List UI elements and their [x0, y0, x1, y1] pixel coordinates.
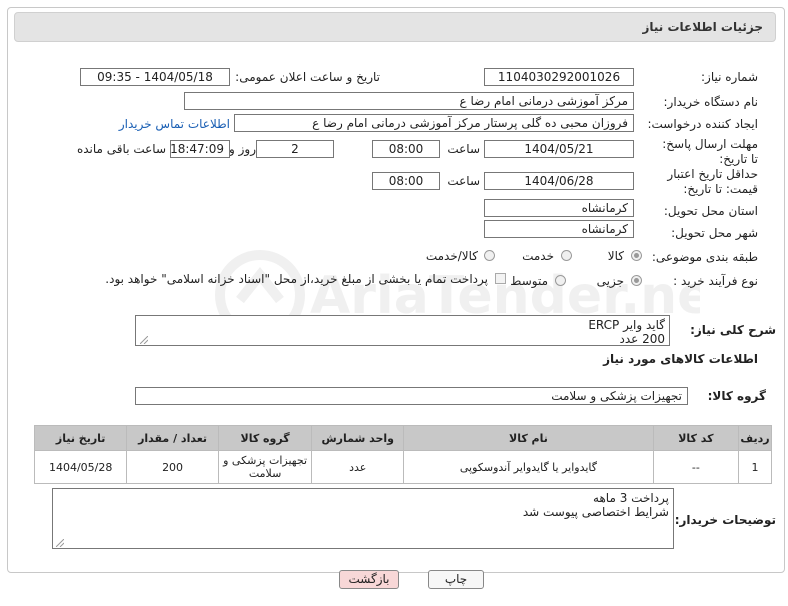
col-date: تاریخ نیاز	[33, 425, 128, 451]
panel-title: جزئیات اطلاعات نیاز	[642, 20, 763, 34]
description-textarea[interactable]: گاید وایر ERCP 200 عدد	[135, 315, 670, 346]
remaining-label: ساعت باقی مانده	[76, 142, 166, 156]
cell-row: 1	[738, 450, 772, 484]
deadline-date-field[interactable]: 1404/05/21	[484, 140, 634, 158]
goods-group-field[interactable]: تجهیزات پزشکی و سلامت	[135, 387, 688, 405]
cell-group: تجهیزات پزشکی و سلامت	[217, 450, 313, 484]
buyer-notes-textarea[interactable]: پرداخت 3 ماهه شرایط اختصاصی پیوست شد	[52, 488, 674, 549]
resize-grip-icon	[140, 336, 148, 344]
need-number-label: شماره نیاز:	[701, 70, 758, 84]
buyer-org-label: نام دستگاه خریدار:	[663, 95, 759, 109]
days-label: روز و	[229, 142, 256, 156]
province-field[interactable]: کرمانشاه	[484, 199, 634, 217]
process-label: نوع فرآیند خرید :	[673, 274, 758, 288]
cell-code: --	[652, 450, 740, 484]
price-validity-time-field[interactable]: 08:00	[372, 172, 440, 190]
price-validity-time-label: ساعت	[447, 174, 480, 188]
category-option-both: کالا/خدمت	[425, 249, 478, 263]
process-radio-minor[interactable]	[631, 275, 642, 286]
deadline-label: مهلت ارسال پاسخ: تا تاریخ:	[662, 137, 758, 166]
cell-qty: 200	[126, 450, 219, 484]
buyer-contact-link[interactable]: اطلاعات تماس خریدار	[119, 117, 230, 131]
cell-name: گایدوایر یا گایدوایر آندوسکوپی	[403, 450, 654, 484]
goods-group-label: گروه کالا:	[707, 389, 766, 403]
cell-unit: عدد	[311, 450, 405, 484]
description-label: شرح کلی نیاز:	[690, 323, 776, 337]
deadline-time-label: ساعت	[447, 142, 480, 156]
treasury-payment-checkbox[interactable]	[495, 273, 506, 284]
col-unit: واحد شمارش	[311, 425, 405, 451]
panel-header: جزئیات اطلاعات نیاز	[14, 12, 776, 42]
back-button[interactable]: بازگشت	[339, 570, 399, 589]
deadline-time-field[interactable]: 08:00	[372, 140, 440, 158]
category-option-service: خدمت	[522, 249, 554, 263]
cell-date: 1404/05/28	[33, 450, 128, 484]
resize-grip-icon	[56, 539, 64, 547]
category-radio-goods[interactable]	[631, 250, 642, 261]
col-group: گروه کالا	[217, 425, 313, 451]
price-validity-label: حداقل تاریخ اعتبار قیمت: تا تاریخ:	[667, 167, 758, 196]
buyer-org-field[interactable]: مرکز آموزشی درمانی امام رضا ع	[184, 92, 634, 110]
print-button[interactable]: چاپ	[428, 570, 484, 589]
price-validity-date-field[interactable]: 1404/06/28	[484, 172, 634, 190]
city-label: شهر محل تحویل:	[671, 226, 758, 240]
remaining-time-field[interactable]: 18:47:09	[170, 140, 230, 158]
announce-field[interactable]: 1404/05/18 - 09:35	[80, 68, 230, 86]
table-header-row: ردیف کد کالا نام کالا واحد شمارش گروه کا…	[33, 425, 772, 451]
process-option-minor: جزیی	[596, 274, 624, 288]
buyer-notes-label: توضیحات خریدار:	[674, 513, 776, 527]
table-row[interactable]: 1 -- گایدوایر یا گایدوایر آندوسکوپی عدد …	[33, 450, 772, 484]
category-option-goods: کالا	[607, 249, 624, 263]
payment-note: پرداخت تمام یا بخشی از مبلغ خرید،از محل …	[105, 272, 488, 286]
announce-label: تاریخ و ساعت اعلان عمومی:	[235, 70, 380, 84]
items-table: ردیف کد کالا نام کالا واحد شمارش گروه کا…	[33, 425, 772, 484]
days-field[interactable]: 2	[256, 140, 334, 158]
col-row: ردیف	[738, 425, 772, 451]
items-section-title: اطلاعات کالاهای مورد نیاز	[603, 352, 758, 366]
category-radio-both[interactable]	[484, 250, 495, 261]
col-qty: تعداد / مقدار	[126, 425, 219, 451]
category-radio-service[interactable]	[561, 250, 572, 261]
category-label: طبقه بندی موضوعی:	[651, 250, 758, 264]
process-radio-medium[interactable]	[555, 275, 566, 286]
process-option-medium: متوسط	[510, 274, 548, 288]
city-field[interactable]: کرمانشاه	[484, 220, 634, 238]
requester-field[interactable]: فروزان محبی ده گلی پرستار مرکز آموزشی در…	[234, 114, 634, 132]
col-name: نام کالا	[403, 425, 654, 451]
province-label: استان محل تحویل:	[663, 204, 758, 218]
need-number-field[interactable]: 1104030292001026	[484, 68, 634, 86]
col-code: کد کالا	[652, 425, 740, 451]
requester-label: ایجاد کننده درخواست:	[647, 117, 758, 131]
